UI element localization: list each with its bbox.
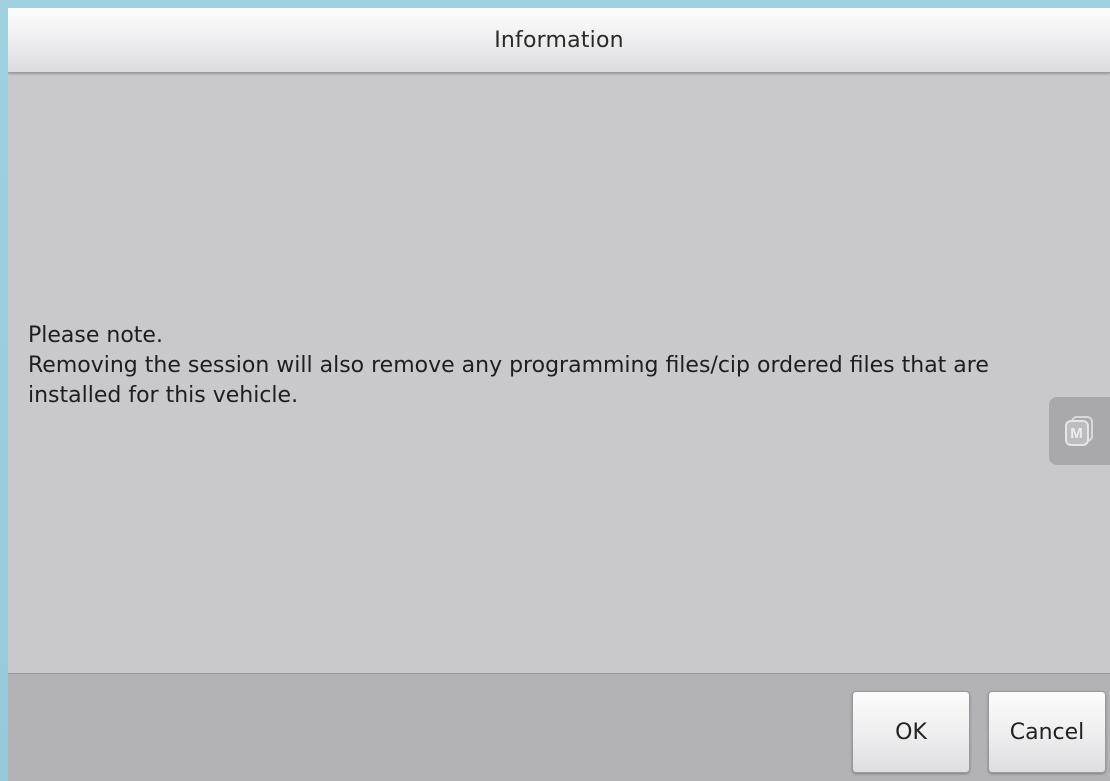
cancel-button[interactable]: Cancel (988, 691, 1106, 773)
ok-button[interactable]: OK (852, 691, 970, 773)
message-line-body: Removing the session will also remove an… (28, 353, 989, 408)
dialog-message: Please note. Removing the session will a… (28, 321, 1088, 411)
screen-frame: Information Please note. Removing the se… (0, 0, 1110, 781)
dialog-titlebar: Information (8, 8, 1110, 73)
dialog-title: Information (494, 27, 624, 53)
dialog-footer: OK Cancel (8, 673, 1110, 781)
icon-glyph: M (1070, 424, 1083, 442)
message-line-note: Please note. (28, 323, 163, 348)
floating-multiwindow-button[interactable]: M (1049, 397, 1110, 465)
icon-front-window: M (1064, 420, 1089, 446)
information-dialog: Information Please note. Removing the se… (8, 8, 1110, 781)
multi-window-m-icon: M (1064, 416, 1095, 446)
